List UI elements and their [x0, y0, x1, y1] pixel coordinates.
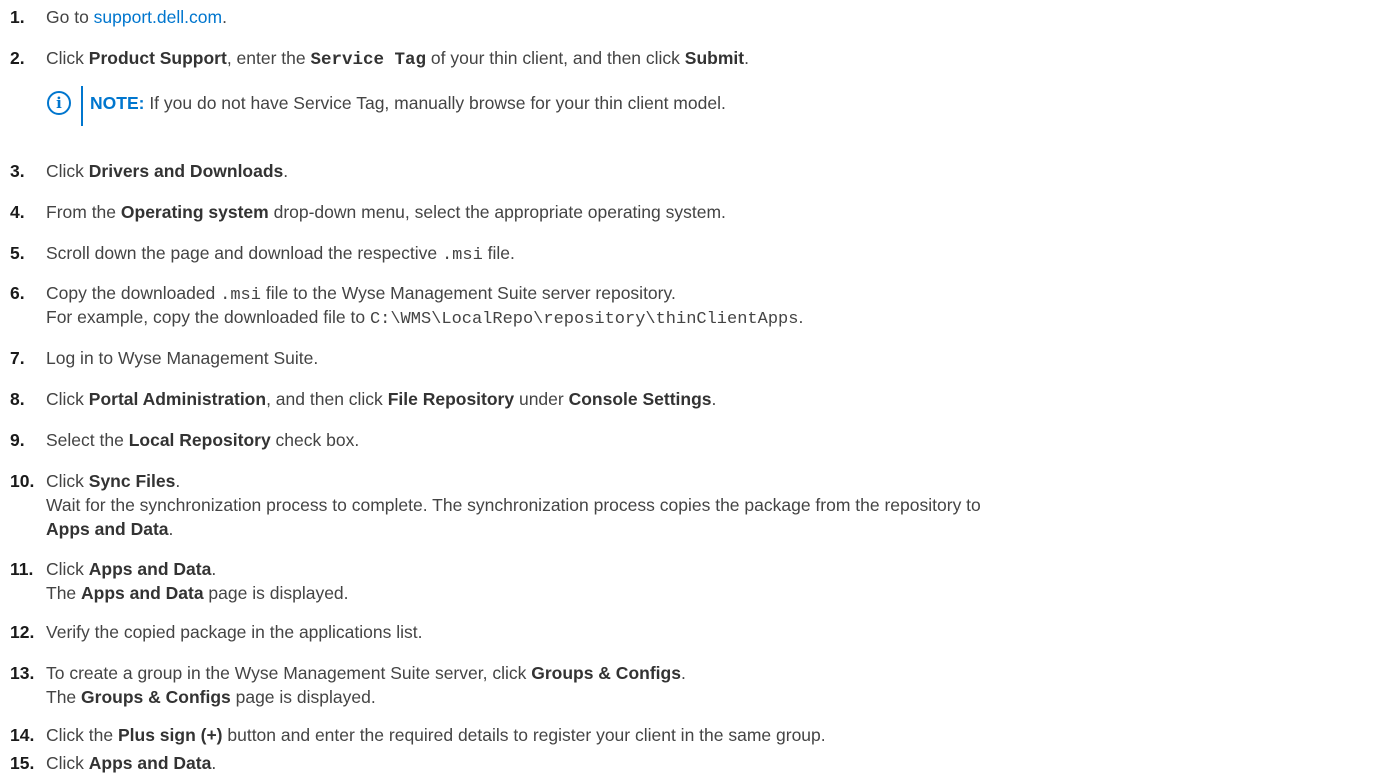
- note-label: NOTE:: [90, 93, 145, 113]
- step-detail: The Apps and Data page is displayed.: [46, 583, 349, 603]
- step-number: 5.: [10, 243, 25, 263]
- step-text: Click Portal Administration, and then cl…: [46, 389, 717, 409]
- step-10: 10. Click Sync Files. Wait for the synch…: [10, 469, 1370, 544]
- info-circle-icon: i: [47, 91, 71, 115]
- step-text: To create a group in the Wyse Management…: [46, 663, 686, 683]
- step-number: 1.: [10, 7, 25, 27]
- step-text: Verify the copied package in the applica…: [46, 622, 423, 642]
- support-link[interactable]: support.dell.com: [94, 7, 222, 27]
- note-divider: [81, 86, 83, 126]
- step-number: 11.: [10, 559, 34, 579]
- note-text: NOTE: If you do not have Service Tag, ma…: [90, 93, 726, 113]
- step-number: 10.: [10, 471, 35, 491]
- step-detail: Wait for the synchronization process to …: [46, 495, 981, 515]
- step-text: Click Apps and Data.: [46, 753, 217, 773]
- step-text: Click Drivers and Downloads.: [46, 161, 289, 181]
- step-number: 12.: [10, 622, 35, 642]
- step-detail: The Groups & Configs page is displayed.: [46, 687, 376, 707]
- step-number: 13.: [10, 663, 35, 683]
- step-number: 9.: [10, 430, 25, 450]
- step-11: 11. Click Apps and Data. The Apps and Da…: [10, 557, 1370, 607]
- document-page: 1. Go to support.dell.com. 2. Click Prod…: [0, 0, 1381, 773]
- step-number: 4.: [10, 202, 25, 222]
- step-text: Copy the downloaded .msi file to the Wys…: [46, 283, 676, 305]
- step-text: Log in to Wyse Management Suite.: [46, 348, 319, 368]
- step-text: From the Operating system drop-down menu…: [46, 202, 726, 222]
- step-text: Scroll down the page and download the re…: [46, 243, 515, 265]
- step-text: Click Apps and Data.: [46, 559, 217, 579]
- step-text: Click the Plus sign (+) button and enter…: [46, 725, 826, 745]
- note-box: i NOTE: If you do not have Service Tag, …: [47, 86, 1347, 129]
- step-number: 3.: [10, 161, 25, 181]
- step-text: Click Sync Files.: [46, 471, 181, 491]
- step-text: Click Product Support, enter the Service…: [46, 48, 749, 70]
- step-text: Go to support.dell.com.: [46, 7, 227, 27]
- step-detail: For example, copy the downloaded file to…: [46, 307, 804, 329]
- step-number: 2.: [10, 48, 25, 68]
- step-number: 14.: [10, 725, 35, 745]
- step-6: 6. Copy the downloaded .msi file to the …: [10, 281, 1370, 331]
- step-detail-cont: Apps and Data.: [46, 519, 174, 539]
- step-number: 6.: [10, 283, 25, 303]
- step-number: 8.: [10, 389, 25, 409]
- step-text: Select the Local Repository check box.: [46, 430, 360, 450]
- step-number: 15.: [10, 753, 35, 773]
- step-number: 7.: [10, 348, 25, 368]
- step-13: 13. To create a group in the Wyse Manage…: [10, 661, 1370, 711]
